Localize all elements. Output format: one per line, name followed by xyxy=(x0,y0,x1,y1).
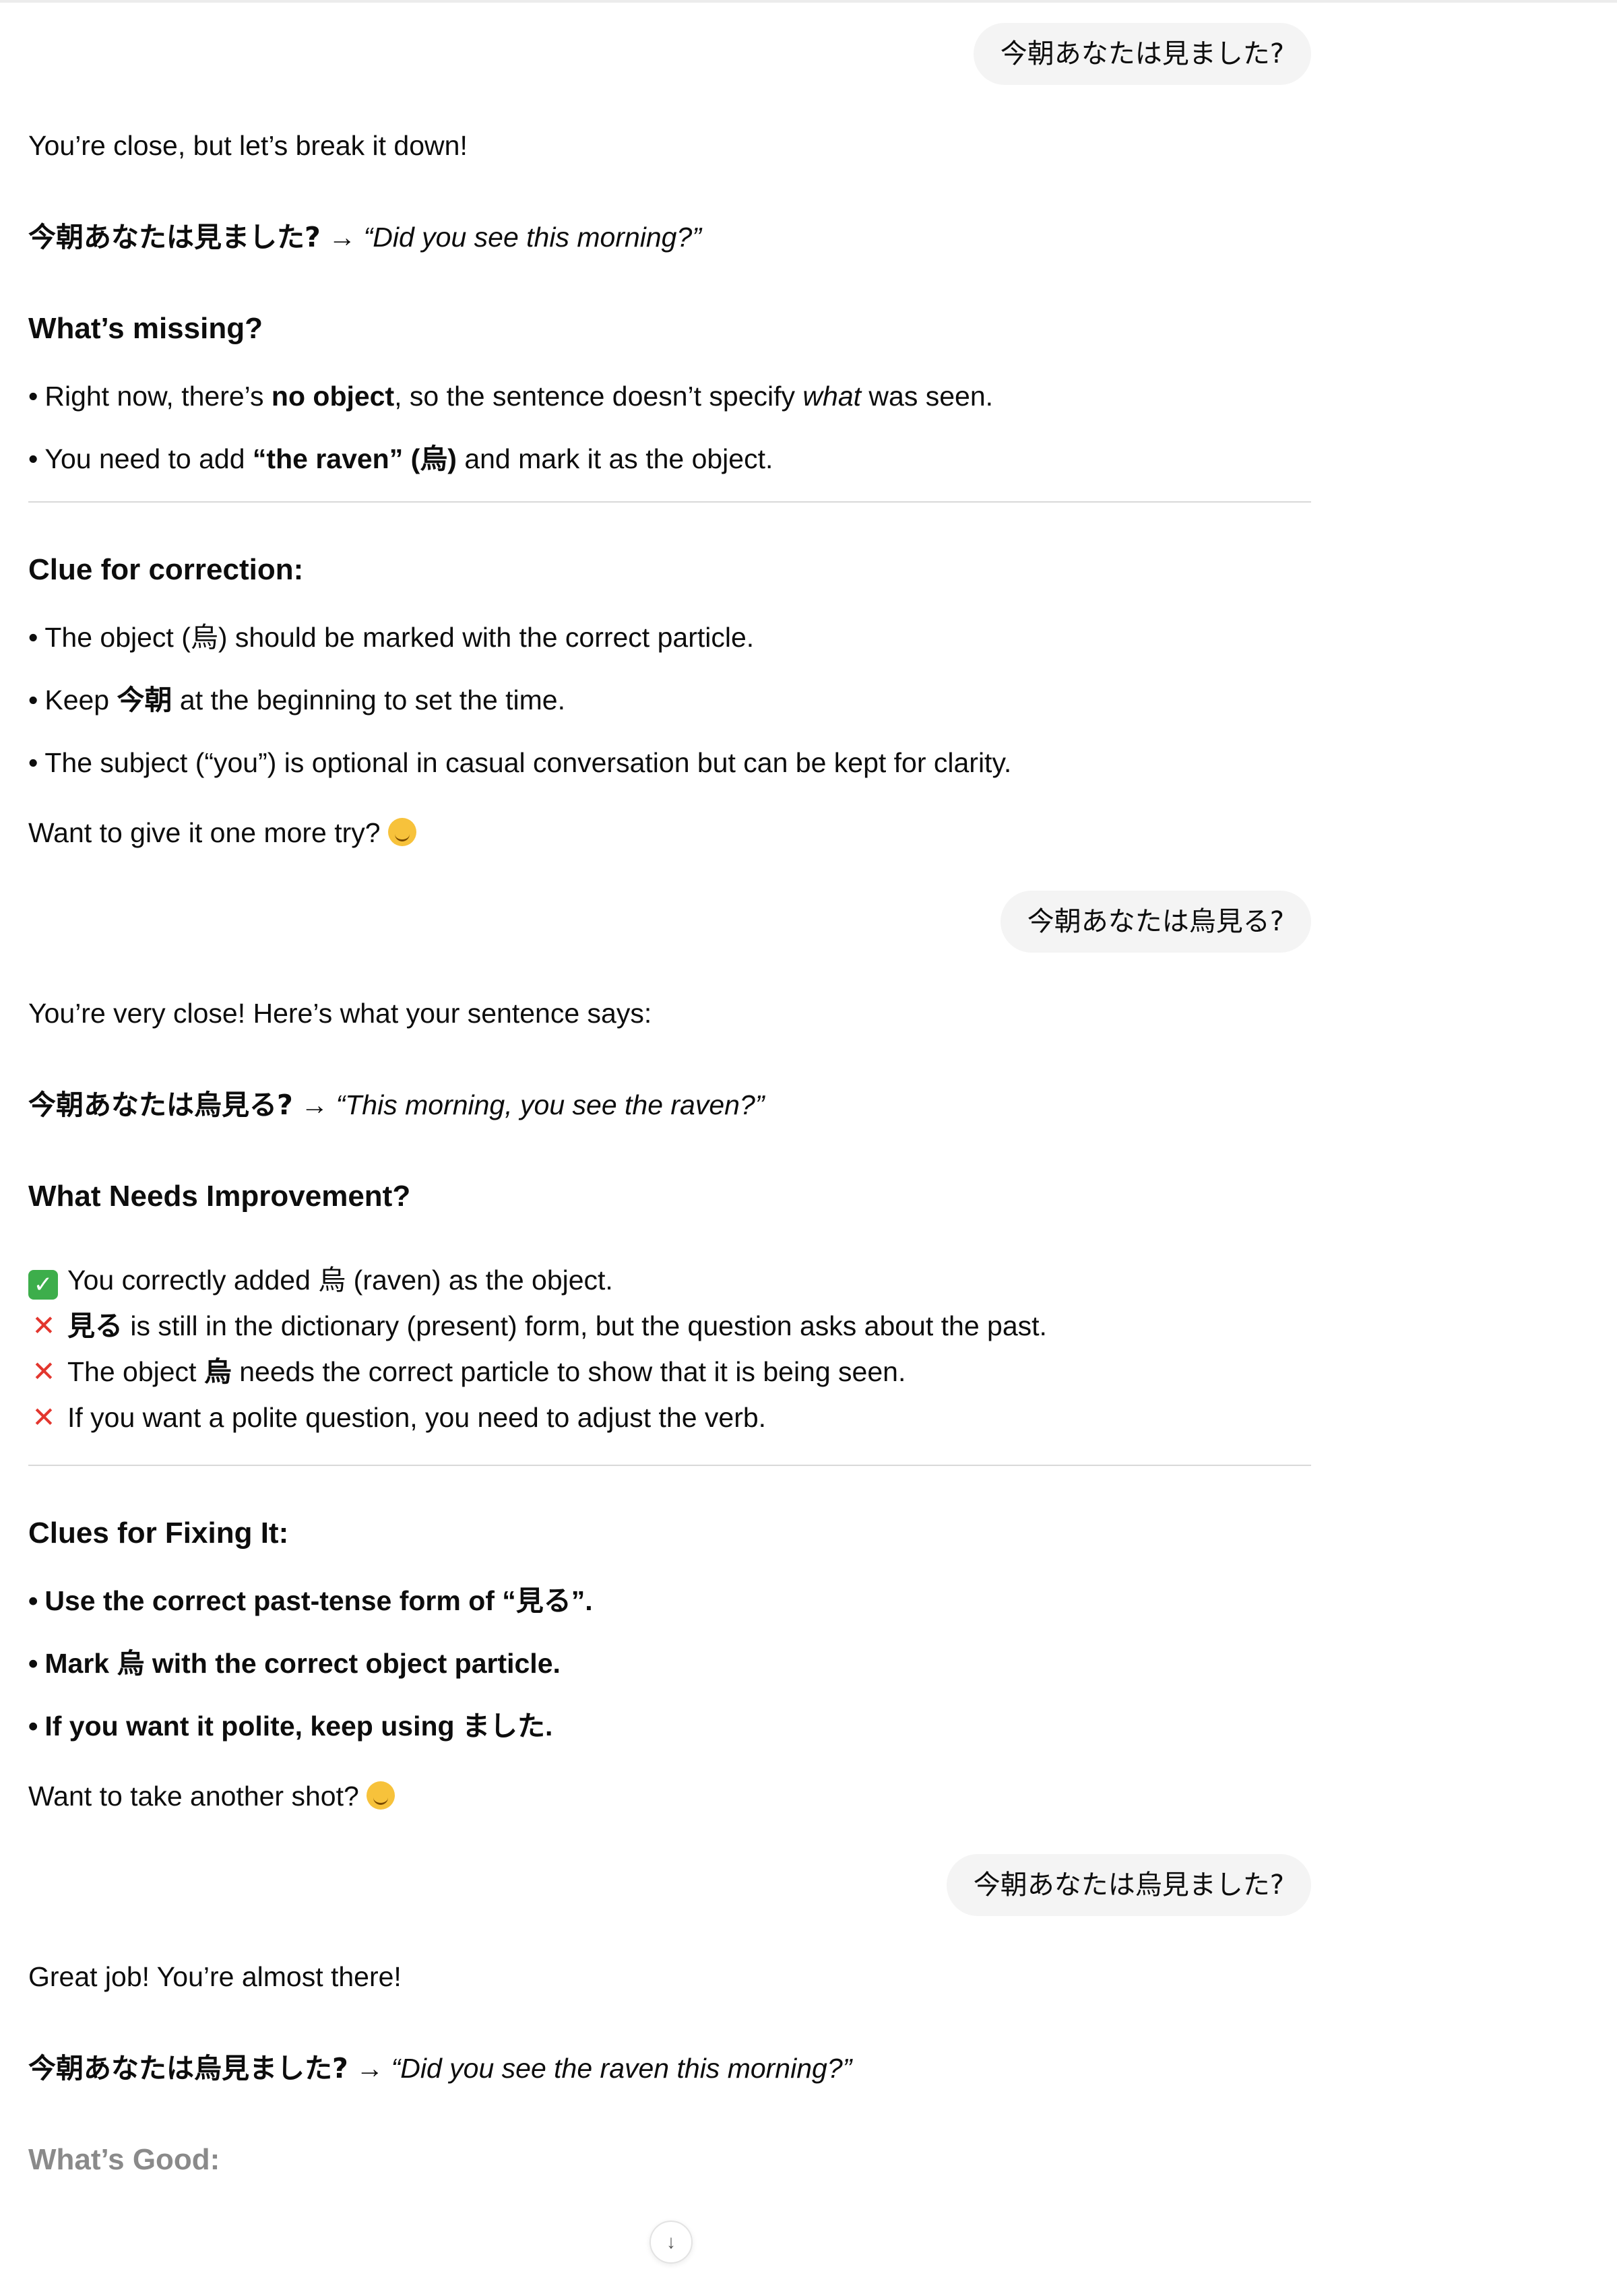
japanese-sentence: 今朝あなたは烏見る? xyxy=(28,1089,293,1121)
divider xyxy=(28,501,1311,503)
list-item: Mark 烏 with the correct object particle. xyxy=(28,1643,1311,1684)
list-item: If you want it polite, keep using ました. xyxy=(28,1706,1311,1746)
english-translation: “Did you see the raven this morning?” xyxy=(391,2053,852,2084)
japanese-sentence: 今朝あなたは烏見ました? xyxy=(28,2052,348,2084)
translation-line: 今朝あなたは見ました? → “Did you see this morning?… xyxy=(28,217,1311,257)
translation-line: 今朝あなたは烏見ました? → “Did you see the raven th… xyxy=(28,2048,1311,2088)
assistant-intro: Great job! You’re almost there! xyxy=(28,1961,402,1992)
user-message: 今朝あなたは烏見ました? xyxy=(28,1854,1311,1916)
translation-line: 今朝あなたは烏見る? → “This morning, you see the … xyxy=(28,1085,1311,1125)
arrow-down-icon: ↓ xyxy=(666,2231,676,2252)
assistant-intro: You’re close, but let’s break it down! xyxy=(28,130,468,161)
top-divider xyxy=(0,0,1617,3)
user-message: 今朝あなたは見ました? xyxy=(28,23,1311,85)
conversation: 今朝あなたは見ました? You’re close, but let’s brea… xyxy=(28,23,1311,2207)
section-heading: Clues for Fixing It: xyxy=(28,1517,289,1550)
bullet-list: Right now, there’s no object, so the sen… xyxy=(28,376,1311,479)
list-item: The object (烏) should be marked with the… xyxy=(28,617,1311,658)
list-item: ✕ The object 烏 needs the correct particle… xyxy=(28,1349,1311,1395)
scroll-down-button[interactable]: ↓ xyxy=(649,2221,693,2264)
assistant-message: Great job! You’re almost there! 今朝あなたは烏見… xyxy=(28,1956,1311,2180)
cross-icon: ✕ xyxy=(32,1401,56,1433)
user-bubble[interactable]: 今朝あなたは烏見る? xyxy=(1000,891,1311,953)
assistant-outro: Want to take another shot? xyxy=(28,1776,1311,1816)
section-heading: What’s missing? xyxy=(28,312,263,345)
feedback-list: ✓ You correctly added 烏 (raven) as the ob… xyxy=(28,1257,1311,1440)
user-bubble[interactable]: 今朝あなたは見ました? xyxy=(973,23,1311,85)
assistant-message: You’re very close! Here’s what your sent… xyxy=(28,993,1311,1816)
arrow: → xyxy=(300,1089,329,1120)
assistant-message: You’re close, but let’s break it down! 今… xyxy=(28,125,1311,853)
arrow: → xyxy=(328,222,356,253)
english-translation: “Did you see this morning?” xyxy=(363,222,701,253)
section-heading: Clue for correction: xyxy=(28,553,304,586)
cross-icon: ✕ xyxy=(32,1356,56,1387)
list-item: Right now, there’s no object, so the sen… xyxy=(28,376,1311,416)
assistant-intro: You’re very close! Here’s what your sent… xyxy=(28,998,652,1029)
arrow: → xyxy=(356,2053,384,2084)
list-item: ✕ If you want a polite question, you need… xyxy=(28,1395,1311,1440)
divider xyxy=(28,1465,1311,1466)
list-item: ✓ You correctly added 烏 (raven) as the ob… xyxy=(28,1257,1311,1303)
cross-icon: ✕ xyxy=(32,1310,56,1341)
smile-emoji-icon xyxy=(367,1781,395,1810)
list-item: The subject (“you”) is optional in casua… xyxy=(28,742,1311,783)
list-item: You need to add “the raven” (烏) and mark… xyxy=(28,439,1311,479)
list-item: Keep 今朝 at the beginning to set the time… xyxy=(28,680,1311,720)
section-heading: What’s Good: xyxy=(28,2143,220,2176)
bullet-list: The object (烏) should be marked with the… xyxy=(28,617,1311,783)
smile-emoji-icon xyxy=(388,818,416,846)
list-item: ✕ 見る is still in the dictionary (present)… xyxy=(28,1303,1311,1349)
user-message: 今朝あなたは烏見る? xyxy=(28,891,1311,953)
assistant-outro: Want to give it one more try? xyxy=(28,812,1311,853)
user-bubble[interactable]: 今朝あなたは烏見ました? xyxy=(946,1854,1311,1916)
section-heading: What Needs Improvement? xyxy=(28,1180,411,1213)
japanese-sentence: 今朝あなたは見ました? xyxy=(28,221,321,253)
check-icon: ✓ xyxy=(28,1270,58,1300)
english-translation: “This morning, you see the raven?” xyxy=(336,1089,765,1120)
bullet-list: Use the correct past-tense form of “見る”.… xyxy=(28,1581,1311,1746)
list-item: Use the correct past-tense form of “見る”. xyxy=(28,1581,1311,1621)
